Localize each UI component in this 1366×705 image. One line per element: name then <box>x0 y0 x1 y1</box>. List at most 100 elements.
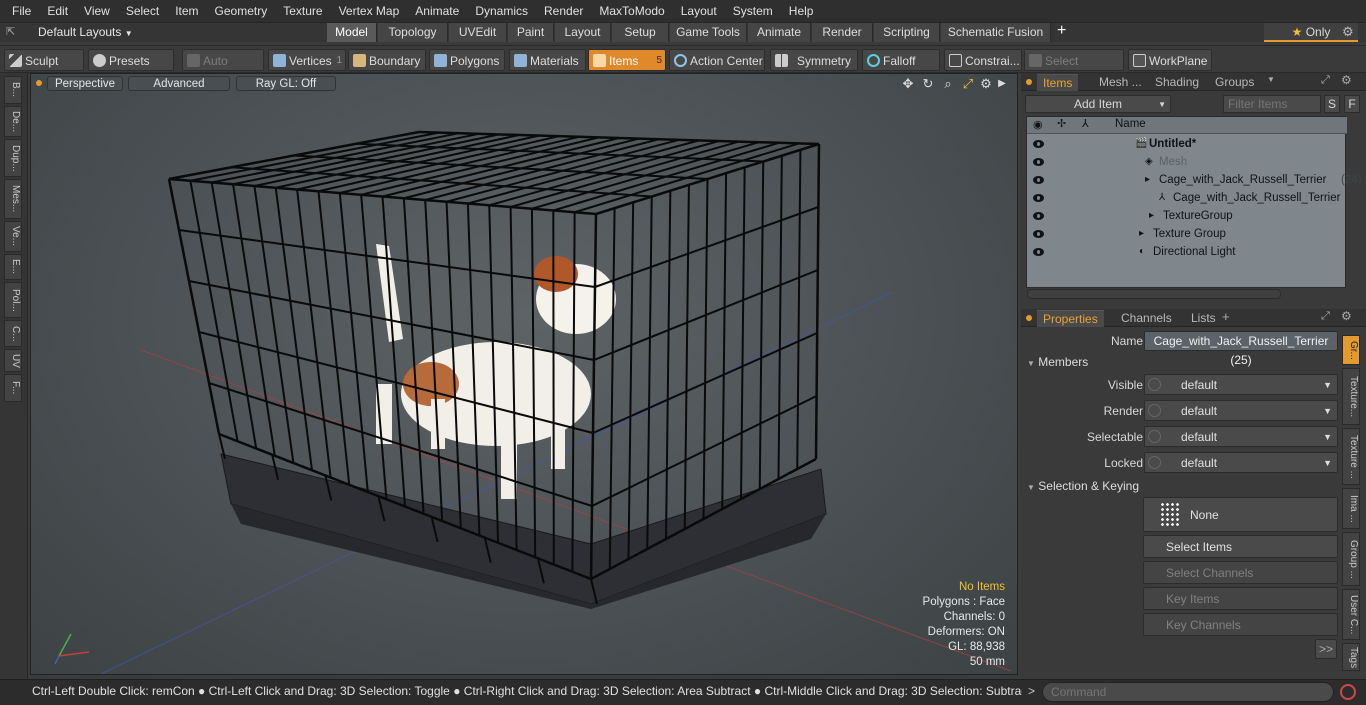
tabs-overflow-icon[interactable]: ▼ <box>1267 75 1275 84</box>
viewport-menu-dot[interactable] <box>36 80 42 86</box>
menu-item[interactable]: File <box>4 0 39 22</box>
item-row[interactable]: ⅄ Cage_with_Jack_Russell_Terrier <box>1027 189 1347 207</box>
item-row[interactable]: ◐ Directional Light <box>1027 243 1347 261</box>
workplane-button[interactable]: WorkPlane <box>1128 49 1212 71</box>
item-list-scrollbar[interactable] <box>1027 289 1281 299</box>
item-row[interactable]: ▸ TextureGroup <box>1027 207 1347 225</box>
falloff-button[interactable]: Falloff <box>862 49 940 71</box>
action-center-button[interactable]: Action Center <box>669 49 765 71</box>
add-panel-tab[interactable]: + <box>1222 309 1230 324</box>
item-row[interactable]: ▸ Texture Group <box>1027 225 1347 243</box>
add-item-button[interactable]: Add Item ▼ <box>1025 95 1171 113</box>
menu-item[interactable]: Vertex Map <box>331 0 408 22</box>
rotate-icon[interactable]: ↻ <box>921 77 935 91</box>
item-panel-tab[interactable]: Items <box>1037 74 1079 91</box>
left-tool-tab[interactable]: UV <box>4 349 22 372</box>
gear-icon[interactable]: ⚙ <box>1341 309 1352 323</box>
fit-icon[interactable]: ⤢ <box>961 77 975 91</box>
menu-item[interactable]: Item <box>167 0 206 22</box>
mode-tab[interactable]: Topology <box>378 23 448 42</box>
eye-icon[interactable] <box>1033 140 1044 148</box>
keyframe-icon[interactable] <box>1148 404 1161 417</box>
eye-icon[interactable] <box>1033 248 1044 256</box>
select-channels-button[interactable]: Select Channels <box>1143 561 1338 584</box>
mode-tab[interactable]: Animate <box>748 23 811 42</box>
menu-item[interactable]: Select <box>118 0 167 22</box>
eye-icon[interactable] <box>1033 212 1044 220</box>
mode-tab[interactable]: Setup <box>612 23 669 42</box>
properties-side-tab[interactable]: Texture ... <box>1342 428 1360 485</box>
auto-select-button[interactable]: Auto Select <box>182 49 264 90</box>
eye-icon[interactable] <box>1033 194 1044 202</box>
layout-selector[interactable]: Default Layouts ▼ <box>38 25 133 39</box>
record-icon[interactable] <box>1340 684 1356 700</box>
item-row[interactable]: ▸ Cage_with_Jack_Russell_Terrier (24) <box>1027 171 1361 189</box>
gear-icon[interactable]: ⚙ <box>1342 24 1354 40</box>
left-tool-tab[interactable]: Mes... <box>4 179 22 219</box>
raygl-button[interactable]: Ray GL: Off <box>236 76 336 91</box>
left-tool-tab[interactable]: F... <box>4 374 22 402</box>
properties-side-tab[interactable]: User C... <box>1342 589 1360 640</box>
menu-item[interactable]: Layout <box>673 0 725 22</box>
constraints-button[interactable]: Constrai... <box>944 49 1022 71</box>
left-tool-tab[interactable]: De... <box>4 106 22 137</box>
perspective-button[interactable]: Perspective <box>47 76 123 91</box>
gear-icon[interactable]: ⚙ <box>1341 73 1352 87</box>
expand-icon[interactable]: ⤢ <box>1321 310 1330 323</box>
presets-button[interactable]: Presets <box>88 49 174 71</box>
3d-viewport[interactable]: Perspective Advanced Ray GL: Off ✥ ↻ ⌕ ⤢… <box>30 73 1018 675</box>
member-dropdown[interactable]: default ▼ <box>1144 452 1338 473</box>
item-panel-tab[interactable]: Shading <box>1149 74 1205 91</box>
menu-item[interactable]: MaxToModo <box>591 0 672 22</box>
member-dropdown[interactable]: default ▼ <box>1144 374 1338 395</box>
menu-item[interactable]: Edit <box>39 0 76 22</box>
properties-tab[interactable]: Properties <box>1037 310 1104 327</box>
vertices-button[interactable]: Vertices 1 <box>268 49 346 71</box>
properties-side-tab[interactable]: Ima ... <box>1342 488 1360 529</box>
mode-tab[interactable]: Render <box>812 23 873 42</box>
member-dropdown[interactable]: default ▼ <box>1144 400 1338 421</box>
properties-side-tab[interactable]: Tags <box>1342 643 1360 671</box>
menu-item[interactable]: Geometry <box>207 0 276 22</box>
keyframe-icon[interactable] <box>1148 378 1161 391</box>
members-section[interactable]: ▼ Members <box>1027 353 1347 371</box>
left-tool-tab[interactable]: E... <box>4 254 22 280</box>
mode-tab[interactable]: UVEdit <box>449 23 507 42</box>
left-tool-tab[interactable]: Ve... <box>4 221 22 252</box>
eye-icon[interactable] <box>1033 158 1044 166</box>
mode-tab[interactable]: Scripting <box>874 23 940 42</box>
advanced-button[interactable]: Advanced <box>128 76 230 91</box>
left-tool-tab[interactable]: Dup... <box>4 139 22 177</box>
more-button[interactable]: >> <box>1315 639 1337 659</box>
item-row[interactable]: 🎬 Untitled* <box>1027 135 1347 153</box>
play-icon[interactable]: ▶ <box>995 77 1009 91</box>
name-field[interactable]: Cage_with_Jack_Russell_Terrier (25) <box>1144 331 1338 367</box>
expand-icon[interactable]: ⤢ <box>1321 74 1330 87</box>
key-items-button[interactable]: Key Items <box>1143 587 1338 610</box>
selection-keying-section[interactable]: ▼ Selection & Keying <box>1027 477 1347 495</box>
properties-side-tab[interactable]: Texture... <box>1342 368 1360 425</box>
select-items-button[interactable]: Select Items <box>1143 535 1338 558</box>
item-row[interactable]: ◈ Mesh <box>1027 153 1347 171</box>
eye-icon[interactable] <box>1033 230 1044 238</box>
menu-item[interactable]: Render <box>536 0 591 22</box>
polygons-button[interactable]: Polygons <box>429 49 505 71</box>
item-panel-dot[interactable] <box>1026 79 1032 85</box>
menu-item[interactable]: View <box>76 0 118 22</box>
keyframe-icon[interactable] <box>1148 430 1161 443</box>
sculpt-button[interactable]: Sculpt <box>4 49 84 71</box>
mode-tab[interactable]: Paint <box>508 23 554 42</box>
add-tab-button[interactable]: + <box>1057 22 1071 40</box>
symmetry-button[interactable]: Symmetry <box>770 49 858 71</box>
left-tool-tab[interactable]: Pol... <box>4 282 22 318</box>
properties-side-tab[interactable]: Group ... <box>1342 532 1360 586</box>
layouts-icon[interactable]: ⇱ <box>6 25 20 39</box>
menu-item[interactable]: Dynamics <box>467 0 536 22</box>
left-tool-tab[interactable]: C... <box>4 320 22 347</box>
move-icon[interactable]: ✥ <box>901 77 915 91</box>
materials-button[interactable]: Materials <box>509 49 586 71</box>
boundary-button[interactable]: Boundary <box>348 49 426 71</box>
menu-item[interactable]: Animate <box>407 0 467 22</box>
command-input[interactable] <box>1042 682 1334 702</box>
properties-panel-dot[interactable] <box>1026 315 1032 321</box>
